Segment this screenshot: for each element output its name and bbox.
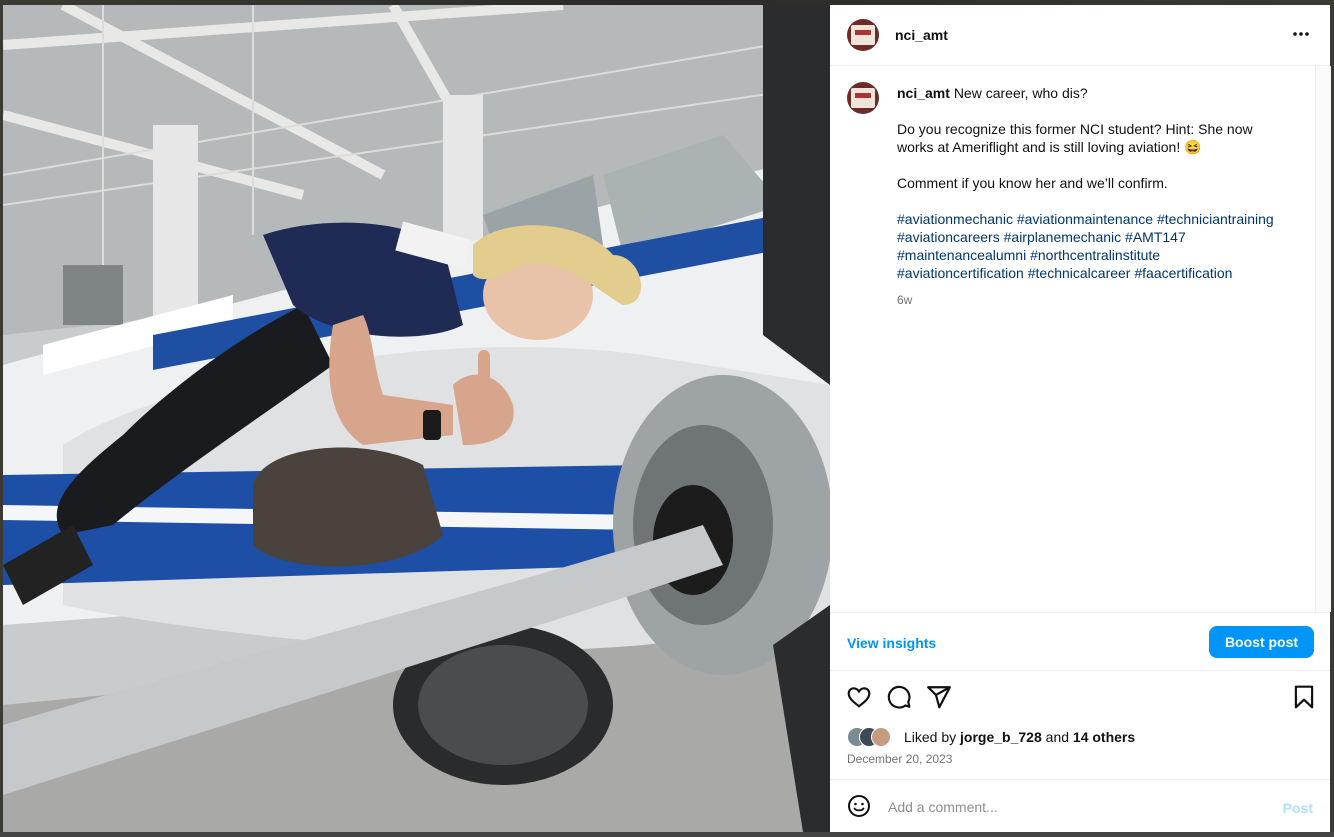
- avatar[interactable]: [847, 19, 879, 51]
- likes-prefix: Liked by: [904, 729, 957, 745]
- bookmark-icon[interactable]: [1291, 684, 1317, 710]
- caption-area: nci_amt New career, who dis? Do you reco…: [830, 66, 1315, 612]
- hashtag-link[interactable]: #techniciantraining: [1157, 211, 1274, 227]
- post-author-username[interactable]: nci_amt: [895, 27, 948, 43]
- caption-line-3: Comment if you know her and we’ll confir…: [897, 175, 1168, 191]
- caption-text: nci_amt New career, who dis? Do you reco…: [897, 84, 1287, 300]
- more-options-button[interactable]: [1292, 24, 1310, 48]
- comment-icon[interactable]: [886, 684, 912, 710]
- caption-avatar[interactable]: [847, 82, 879, 114]
- hashtag-link[interactable]: #technicalcareer: [1028, 265, 1131, 281]
- post-details-panel: nci_amt nci_amt New career, who dis? Do …: [830, 5, 1331, 833]
- boost-post-button[interactable]: Boost post: [1209, 626, 1314, 658]
- post-header: nci_amt: [830, 5, 1330, 66]
- hashtag-link[interactable]: #aviationcareers: [897, 229, 1000, 245]
- hashtag-link[interactable]: #AMT147: [1125, 229, 1186, 245]
- caption-scrollbar[interactable]: [1315, 66, 1331, 612]
- action-bar: [830, 675, 1330, 719]
- caption-username[interactable]: nci_amt: [897, 85, 950, 101]
- heart-icon[interactable]: [846, 684, 872, 710]
- liker-avatars[interactable]: [847, 727, 901, 747]
- post-photo-illustration: [3, 5, 830, 832]
- view-insights-link[interactable]: View insights: [847, 635, 936, 651]
- emoji-icon[interactable]: [847, 794, 871, 818]
- hashtag-link[interactable]: #maintenancealumni: [897, 247, 1026, 263]
- hashtag-link[interactable]: #faacertification: [1134, 265, 1232, 281]
- share-icon[interactable]: [926, 684, 952, 710]
- post-age[interactable]: 6w: [897, 293, 912, 307]
- insights-bar: View insights Boost post: [830, 612, 1330, 671]
- more-horizontal-icon: [1293, 32, 1309, 36]
- post-photo: [3, 5, 830, 832]
- likes-others-link[interactable]: 14 others: [1073, 729, 1135, 745]
- hashtag-link[interactable]: #aviationmechanic: [897, 211, 1013, 227]
- likes-and: and: [1045, 729, 1070, 745]
- hashtag-link[interactable]: #northcentralinstitute: [1030, 247, 1160, 263]
- caption-hashtags: #aviationmechanic #aviationmaintenance #…: [897, 210, 1287, 282]
- hashtag-link[interactable]: #aviationmaintenance: [1017, 211, 1153, 227]
- hashtag-link[interactable]: #aviationcertification: [897, 265, 1024, 281]
- caption-line-2: Do you recognize this former NCI student…: [897, 121, 1253, 155]
- caption-line-1: New career, who dis?: [953, 85, 1088, 101]
- avatar: [871, 727, 891, 747]
- likes-text: Liked by jorge_b_728 and 14 others: [904, 729, 1135, 745]
- post-comment-button[interactable]: Post: [1283, 800, 1313, 816]
- hashtag-link[interactable]: #airplanemechanic: [1004, 229, 1122, 245]
- comment-bar: Post: [830, 779, 1330, 833]
- post-date[interactable]: December 20, 2023: [847, 752, 952, 766]
- liker-username[interactable]: jorge_b_728: [960, 729, 1042, 745]
- comment-input[interactable]: [886, 792, 1260, 822]
